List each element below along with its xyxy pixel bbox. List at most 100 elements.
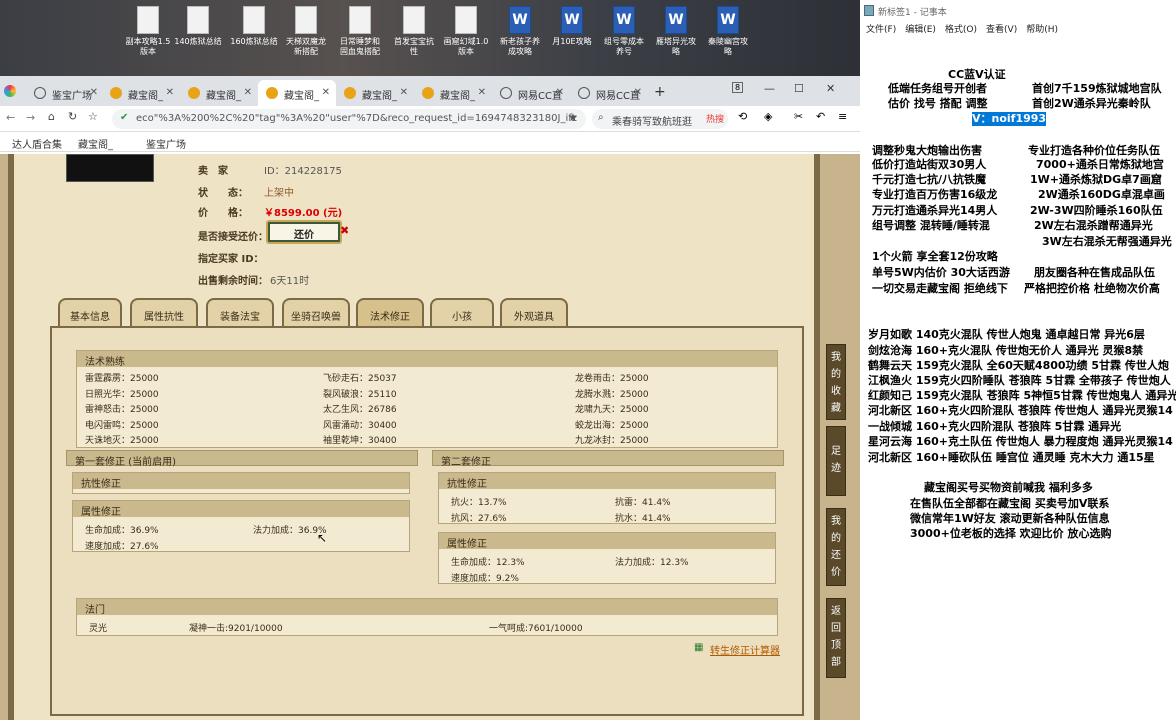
- my-bargain-button[interactable]: 我的还价: [826, 508, 846, 586]
- desktop-icon-label: 版本: [458, 47, 474, 56]
- desktop-icon[interactable]: 画窟幻域1.0 版本: [440, 6, 492, 57]
- new-tab-button[interactable]: +: [654, 84, 666, 100]
- notepad-line: 调整秒鬼大炮输出伤害: [872, 144, 982, 157]
- desktop-icon[interactable]: 160炼狱总结: [228, 6, 280, 47]
- star-icon[interactable]: ☆: [88, 110, 98, 123]
- notepad-line: 首创7千159炼狱城地宫队: [1032, 82, 1162, 95]
- notepad-line: 一战倾城 160+克火四阶混队 苍狼阵 5甘霖 通异光: [868, 420, 1122, 433]
- back-icon[interactable]: ←: [6, 111, 15, 124]
- notepad-menu-item[interactable]: 查看(V): [986, 25, 1017, 35]
- favorites-button[interactable]: 我的收藏: [826, 344, 846, 420]
- close-tab-icon[interactable]: ✕: [400, 87, 408, 98]
- notepad-text-area[interactable]: CC蓝V认证 低端任务组号开创者 首创7千159炼狱城地宫队 估价 找号 搭配 调整 首…: [860, 40, 1176, 720]
- notepad-line: 专业打造百万伤害16级龙: [872, 188, 998, 201]
- spell-proficiency-item: 龙啸九天：25000: [575, 405, 649, 415]
- close-tab-icon[interactable]: ✕: [478, 87, 486, 98]
- notepad-line: 藏宝阁买号买物资前喊我 福利多多: [924, 481, 1093, 494]
- desktop-icon[interactable]: W 秦陵幽宫攻略: [702, 6, 754, 57]
- close-tab-icon[interactable]: ✕: [322, 87, 330, 98]
- spell-proficiency-item: 雷神怒击：25000: [85, 405, 159, 415]
- minimize-button[interactable]: —: [764, 82, 775, 95]
- addr-star-icon[interactable]: ★: [568, 111, 578, 124]
- back-to-top-label: 返回顶部: [831, 606, 841, 668]
- spell-proficiency-item: 袖里乾坤：30400: [323, 436, 397, 446]
- desktop-icon[interactable]: W 雁塔异光攻略: [650, 6, 702, 57]
- cut-icon[interactable]: ✂: [794, 110, 803, 123]
- close-tab-icon[interactable]: ✕: [634, 87, 642, 98]
- desktop-icon[interactable]: W 组号零成本 养号: [598, 6, 650, 57]
- bargain-button[interactable]: 还价: [266, 220, 342, 244]
- close-tab-icon[interactable]: ✕: [244, 87, 252, 98]
- desktop-icon-label: 略: [724, 47, 732, 56]
- close-tab-icon[interactable]: ✕: [90, 87, 98, 98]
- tab-label: 藏宝阁_: [440, 91, 475, 102]
- undo-icon[interactable]: ↶: [816, 110, 825, 123]
- sync-icon[interactable]: ⟲: [738, 110, 747, 123]
- spell-proficiency-item: 太乙生风：26786: [323, 405, 397, 415]
- browser-tab[interactable]: 藏宝阁_ ✕: [180, 80, 258, 106]
- desktop-icon[interactable]: 日常睡梦和 固血鬼搭配: [334, 6, 386, 57]
- maximize-button[interactable]: ☐: [794, 82, 804, 95]
- desktop-icon-label: 固血鬼搭配: [340, 47, 380, 56]
- browser-logo-icon: [4, 85, 16, 97]
- tab-mounts[interactable]: 坐骑召唤兽: [282, 298, 350, 326]
- text-file-icon: [187, 6, 209, 34]
- browser-tab[interactable]: 藏宝阁_ ✕: [414, 80, 492, 106]
- calculator-link[interactable]: 转生修正计算器: [710, 642, 780, 657]
- search-icon: ⌕: [598, 112, 604, 123]
- browser-tab[interactable]: 藏宝阁_ ✕: [336, 80, 414, 106]
- footprint-button[interactable]: 足迹: [826, 426, 846, 496]
- close-tab-icon[interactable]: ✕: [166, 87, 174, 98]
- set2-resist-section: 抗性修正 抗火：13.7% 抗雷：41.4% 抗风：27.6% 抗水：41.4%: [438, 472, 776, 524]
- fabao-item-1: 凝神一击:9201/10000: [189, 624, 283, 634]
- notepad-menu-item[interactable]: 编辑(E): [905, 25, 936, 35]
- search-box[interactable]: ⌕ 乘春骑写致航班逛 热搜: [592, 109, 728, 129]
- tab-child[interactable]: 小孩: [430, 298, 494, 326]
- bookmark-item[interactable]: 鉴宝广场: [146, 136, 186, 151]
- notepad-line: 严格把控价格 杜绝物次价高: [1024, 282, 1160, 295]
- browser-tab[interactable]: 网易CC直 ✕: [492, 80, 570, 106]
- side-buttons: 我的收藏 足迹 我的还价 返回顶部: [826, 154, 848, 720]
- desktop-icon[interactable]: 140炼狱总结: [172, 6, 224, 47]
- desktop-icon[interactable]: 天梯双魔龙 新搭配: [280, 6, 332, 57]
- back-to-top-button[interactable]: 返回顶部: [826, 598, 846, 678]
- tab-appearance[interactable]: 外观道具: [500, 298, 568, 326]
- browser-tab[interactable]: 鉴宝广场 ✕: [26, 80, 104, 106]
- notepad-menu-item[interactable]: 文件(F): [866, 25, 896, 35]
- browser-tab[interactable]: 藏宝阁_ ✕: [102, 80, 180, 106]
- spell-proficiency-section: 法术熟练 雷霆霹雳：25000 飞砂走石：25037 龙卷雨击：25000 日照光华：…: [76, 350, 778, 448]
- tab-attributes[interactable]: 属性抗性: [130, 298, 198, 326]
- tab-equipment[interactable]: 装备法宝: [206, 298, 274, 326]
- tab-spell-correction[interactable]: 法术修正: [356, 298, 424, 326]
- notepad-line: 7000+通杀日常炼狱地宫: [1036, 158, 1164, 171]
- extension-icon[interactable]: ◈: [764, 110, 772, 123]
- notepad-line: 万元打造通杀异光14男人: [872, 204, 998, 217]
- desktop-icon[interactable]: W 新老孩子养 成攻略: [494, 6, 546, 57]
- bookmark-item[interactable]: 达人盾合集: [12, 136, 62, 151]
- close-tab-icon[interactable]: ✕: [556, 87, 564, 98]
- forward-icon[interactable]: →: [26, 111, 35, 124]
- bookmark-item[interactable]: 藏宝阁_: [78, 136, 113, 151]
- browser-tab[interactable]: 藏宝阁_ ✕: [258, 80, 336, 106]
- treasure-icon: [422, 87, 434, 99]
- reload-icon[interactable]: ↻: [68, 110, 77, 123]
- desktop-icon[interactable]: 首发宝宝抗性: [388, 6, 440, 57]
- notepad-line: 2W-3W四阶睡杀160队伍: [1030, 204, 1163, 217]
- desktop: 副本攻略1.5 版本 140炼狱总结 160炼狱总结 天梯双魔龙 新搭配 日常睡梦和 固血鬼搭…: [0, 0, 860, 76]
- tab-count-badge[interactable]: 8: [732, 82, 744, 93]
- spell-proficiency-item: 龙腾水溅：25000: [575, 389, 649, 400]
- status-label: 状 态：: [198, 188, 248, 199]
- menu-icon[interactable]: ≡: [838, 110, 847, 123]
- cursor-x-icon: ✖: [340, 224, 350, 237]
- spell-proficiency-item: 日照光华：25000: [85, 389, 159, 400]
- notepad-menu-item[interactable]: 格式(O): [945, 25, 977, 35]
- address-bar[interactable]: ✔ eco"%3A%200%2C%20"tag"%3A%20"user"%7D&…: [112, 109, 586, 129]
- desktop-icon[interactable]: W 月10E攻略: [546, 6, 598, 47]
- desktop-icon-label: 养号: [616, 47, 632, 56]
- desktop-icon[interactable]: 副本攻略1.5 版本: [122, 6, 174, 57]
- close-window-button[interactable]: ✕: [826, 82, 835, 95]
- tab-basic-info[interactable]: 基本信息: [58, 298, 122, 326]
- notepad-menu-item[interactable]: 帮助(H): [1026, 25, 1058, 35]
- browser-tab[interactable]: 网易CC直 ✕: [570, 80, 648, 106]
- home-icon[interactable]: ⌂: [48, 110, 55, 123]
